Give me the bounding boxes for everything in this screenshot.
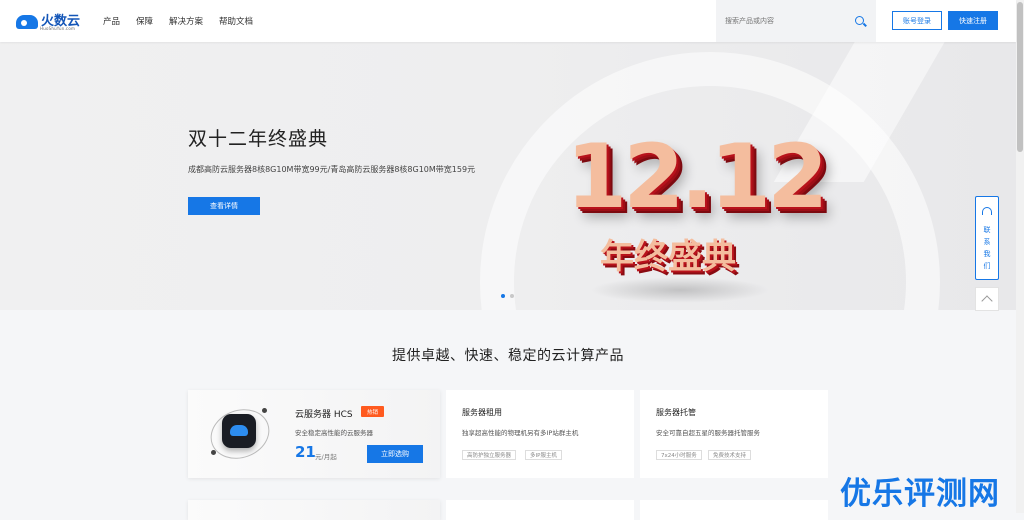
server-hosting-tag: 7x24小时服务 [656,450,702,460]
cloud-icon [230,425,248,436]
orbit-ball [262,408,267,413]
product-card-row2-3[interactable] [640,500,828,520]
register-button[interactable]: 快速注册 [948,11,998,30]
nav-item-solutions[interactable]: 解决方案 [169,15,203,27]
product-card-row2-2[interactable] [446,500,634,520]
contact-char: 联系我们 [983,226,991,270]
orbit-ball [211,450,216,455]
cloud-server-illustration [203,401,277,467]
logo-subtext: HuoShuYun.com [40,26,76,31]
scrollbar-thumb[interactable] [1017,2,1023,152]
site-watermark: 优乐评测网 [840,476,1000,512]
contact-us-label: 联系我们 [976,224,998,272]
cloud-logo-icon [16,15,38,29]
banner-description: 成都高防云服务器8核8G10M带宽99元/青岛高防云服务器8核8G10M带宽15… [188,165,476,174]
server-hosting-title: 服务器托管 [656,408,696,417]
buy-now-button[interactable]: 立即选购 [367,445,423,463]
banner-1212-artwork: 12.12 年终盛典 [560,127,828,303]
products-section-title: 提供卓越、快速、稳定的云计算产品 [392,348,624,364]
server-rental-description: 独享超高性能的物理机另有多IP站群主机 [462,429,579,437]
hero-banner[interactable]: 12.12 年终盛典 [0,42,1016,310]
chevron-up-icon [981,295,993,307]
contact-us-widget[interactable]: 联系我们 [975,196,999,280]
carousel-indicators [501,294,514,298]
top-header: 火数云 HuoShuYun.com 产品 保障 解决方案 帮助文档 账号登录 快… [0,0,1016,42]
server-hosting-description: 安全可靠自超五星的服务器托管服务 [656,429,760,437]
server-rental-title: 服务器租用 [462,408,502,417]
hcs-title: 云服务器 HCS [295,410,353,420]
banner-title: 双十二年终盛典 [188,128,329,150]
hcs-description: 安全稳定高性能的云服务器 [295,429,373,437]
headset-icon [982,207,992,215]
hcs-price-unit: 元/月起 [315,453,337,461]
banner-details-button[interactable]: 查看详情 [188,197,260,215]
hot-badge: 热销 [361,406,384,417]
login-button[interactable]: 账号登录 [892,11,942,30]
server-rental-tag: 高防护独立服务器 [462,450,517,460]
carousel-dot-1[interactable] [501,294,505,298]
server-hosting-tag: 免费技术支持 [708,450,752,460]
search-box [716,0,876,42]
product-card-row2-1[interactable] [188,500,440,520]
site-logo[interactable]: 火数云 HuoShuYun.com [16,12,80,32]
nav-item-guarantee[interactable]: 保障 [136,15,153,27]
carousel-dot-2[interactable] [510,294,514,298]
artwork-number: 12.12 [566,125,828,228]
hcs-price: 21 [295,443,316,461]
nav-item-docs[interactable]: 帮助文档 [219,15,253,27]
server-box [222,414,256,448]
page-scrollbar[interactable] [1016,0,1024,513]
main-nav: 产品 保障 解决方案 帮助文档 [103,0,253,42]
server-rental-tag: 多IP服主机 [525,450,562,460]
search-icon[interactable] [855,16,864,25]
nav-item-products[interactable]: 产品 [103,15,120,27]
artwork-subtitle: 年终盛典 [600,237,736,277]
search-input[interactable] [725,14,845,28]
artwork-shadow [590,277,770,303]
back-to-top-button[interactable] [975,287,999,311]
